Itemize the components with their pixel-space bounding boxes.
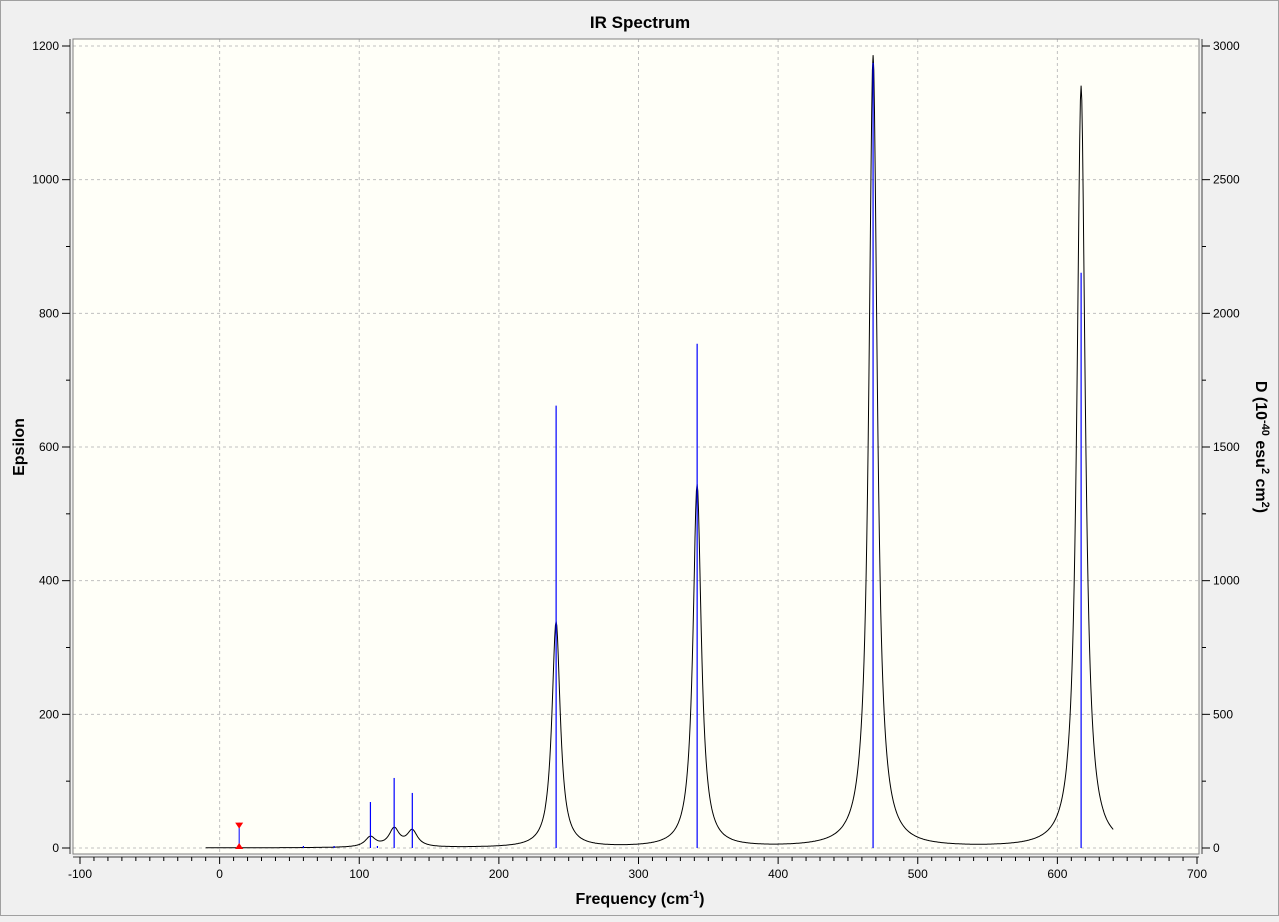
y2-axis-label: D (10-40 esu2 cm2) <box>1252 381 1271 513</box>
y-tick-label: 1000 <box>32 173 59 187</box>
chart-window: IR Spectrum -100 0 100 200 300 400 500 600 700 0 2… <box>0 0 1279 916</box>
x-tick-label: 700 <box>1187 867 1207 881</box>
y2-tick-label: 500 <box>1213 707 1233 721</box>
y-tick-label: 200 <box>39 707 59 721</box>
chart-title: IR Spectrum <box>590 13 690 32</box>
y2-tick-label: 0 <box>1213 841 1220 855</box>
y2-tick-label: 1000 <box>1213 574 1240 588</box>
y-tick-label: 800 <box>39 306 59 320</box>
x-tick-label: 600 <box>1047 867 1067 881</box>
x-tick-label: 400 <box>768 867 788 881</box>
x-tick-label: -100 <box>68 867 92 881</box>
y2-tick-label: 3000 <box>1213 39 1240 53</box>
ir-spectrum-chart: IR Spectrum -100 0 100 200 300 400 500 600 700 0 2… <box>11 13 1271 908</box>
y2-tick-label: 1500 <box>1213 440 1240 454</box>
x-tick-label: 500 <box>908 867 928 881</box>
x-tick-label: 200 <box>489 867 509 881</box>
y-axis-label: Epsilon <box>11 418 28 476</box>
y2-tick-label: 2500 <box>1213 173 1240 187</box>
y-tick-label: 0 <box>52 841 59 855</box>
x-tick-label: 300 <box>628 867 648 881</box>
y-tick-label: 1200 <box>32 39 59 53</box>
y-tick-label: 600 <box>39 440 59 454</box>
y-tick-label: 400 <box>39 574 59 588</box>
x-tick-label: 100 <box>349 867 369 881</box>
x-tick-label: 0 <box>216 867 223 881</box>
x-axis-label: Frequency (cm-1) <box>576 889 705 908</box>
y2-tick-label: 2000 <box>1213 306 1240 320</box>
